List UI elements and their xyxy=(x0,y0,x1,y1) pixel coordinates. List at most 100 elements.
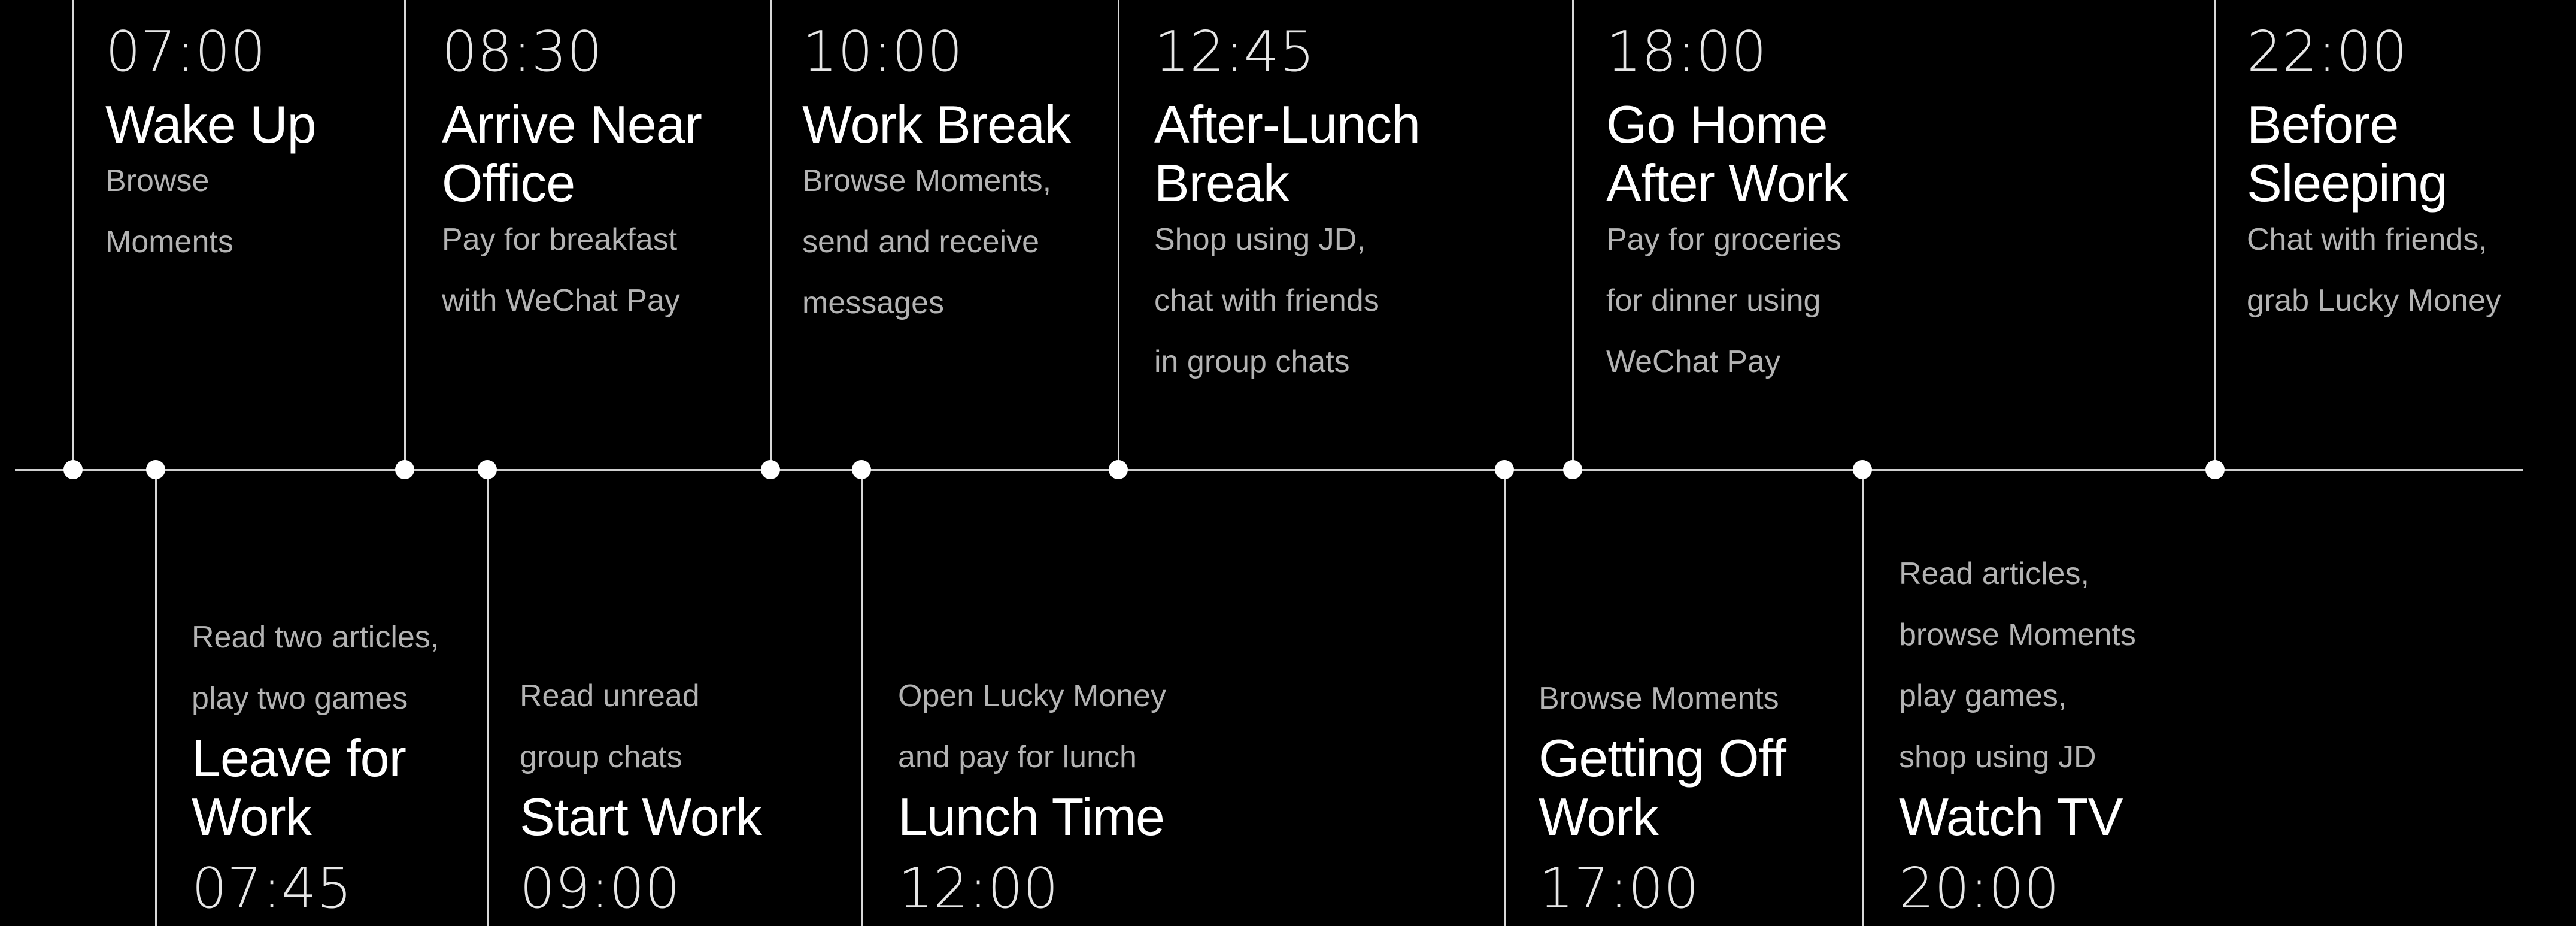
event-title: Leave for Work xyxy=(192,729,439,846)
event-title: Wake Up xyxy=(105,95,317,154)
event-description-line: Browse xyxy=(105,164,210,198)
event-title-line: Watch TV xyxy=(1899,787,2123,846)
event-description-line: Pay for groceries xyxy=(1606,222,1842,257)
event-description: Shop using JD, chat with friends in group … xyxy=(1154,209,1420,392)
event-description-line: in group chats xyxy=(1154,344,1350,379)
event-description-line: browse Moments xyxy=(1899,618,2136,652)
event-title-line: Break xyxy=(1154,153,1289,213)
event-time: 08:30 xyxy=(442,19,603,84)
event-description: Browse Moments xyxy=(105,150,316,273)
event-dot xyxy=(852,460,871,479)
event-title-line: Work Break xyxy=(802,95,1071,154)
timeline-event-top: 10:00 Work Break Browse Moments, send and r… xyxy=(802,19,1071,334)
event-description-line: send and receive xyxy=(802,225,1040,259)
event-description-line: Pay for breakfast xyxy=(442,222,678,257)
event-description-line: play games, xyxy=(1899,679,2067,713)
event-description-line: for dinner using xyxy=(1606,283,1821,318)
event-title: Start Work xyxy=(520,787,762,846)
event-title-line: Sleeping xyxy=(2247,153,2448,213)
event-time: 10:00 xyxy=(802,19,963,84)
event-dot xyxy=(761,460,780,479)
event-title-line: Before xyxy=(2247,95,2399,154)
event-title-line: Start Work xyxy=(520,787,762,846)
event-time: 09:00 xyxy=(520,856,681,921)
event-connector-line xyxy=(1572,0,1574,470)
event-title-line: Getting Off xyxy=(1539,728,1786,788)
event-title-line: Work xyxy=(1539,787,1659,846)
event-connector-line xyxy=(2214,0,2216,470)
event-description-line: shop using JD xyxy=(1899,740,2096,774)
event-description: Pay for groceries for dinner using WeChat … xyxy=(1606,209,1848,392)
event-description: Chat with friends, grab Lucky Money xyxy=(2247,209,2501,331)
event-time: 18:00 xyxy=(1606,19,1767,84)
timeline-event-bottom: Read two articles, play two games Leave fo… xyxy=(192,607,439,916)
event-title: Lunch Time xyxy=(898,788,1166,846)
event-description-line: WeChat Pay xyxy=(1606,344,1780,379)
timeline-event-top: 22:00 Before Sleeping Chat with friends, gra… xyxy=(2247,24,2501,331)
event-description-line: Open Lucky Money xyxy=(898,679,1167,713)
event-description-line: and pay for lunch xyxy=(898,740,1137,774)
event-dot xyxy=(2205,460,2225,479)
event-description-line: Read two articles, xyxy=(192,620,439,655)
event-dot xyxy=(63,460,83,479)
event-description-line: Moments xyxy=(105,225,233,259)
event-title-line: Leave for xyxy=(192,728,406,788)
timeline-event-bottom: Open Lucky Money and pay for lunch Lunch T… xyxy=(898,665,1166,916)
event-description-line: with WeChat Pay xyxy=(442,283,680,318)
event-description-line: Read articles, xyxy=(1899,556,2089,591)
event-connector-line xyxy=(404,0,406,470)
event-dot xyxy=(395,460,414,479)
event-title: Before Sleeping xyxy=(2247,95,2501,213)
event-description: Read articles, browse Moments play games, s… xyxy=(1899,543,2136,788)
event-description-line: Chat with friends, xyxy=(2247,222,2487,257)
event-connector-line xyxy=(1118,0,1119,470)
event-time: 22:00 xyxy=(2247,19,2408,84)
daily-timeline: 07:00 Wake Up Browse Moments 08:30 Arrive Nea… xyxy=(0,0,2576,926)
timeline-event-bottom: Read unread group chats Start Work 09:00 xyxy=(520,665,762,921)
event-dot xyxy=(1109,460,1128,479)
event-title-line: After-Lunch xyxy=(1154,95,1421,154)
event-connector-line xyxy=(861,470,863,926)
event-connector-line xyxy=(155,470,157,926)
event-description-line: grab Lucky Money xyxy=(2247,283,2501,318)
event-dot xyxy=(478,460,497,479)
event-title-line: Work xyxy=(192,787,312,846)
timeline-event-top: 12:45 After-Lunch Break Shop using JD, chat … xyxy=(1154,19,1421,392)
timeline-axis xyxy=(15,469,2523,471)
event-time: 07:00 xyxy=(105,19,266,84)
event-dot xyxy=(1563,460,1582,479)
event-connector-line xyxy=(770,0,772,470)
event-description-line: chat with friends xyxy=(1154,283,1379,318)
event-description-line: group chats xyxy=(520,740,682,774)
timeline-event-top: 18:00 Go Home After Work Pay for groceries f… xyxy=(1606,19,1849,392)
event-dot xyxy=(1853,460,1872,479)
event-title-line: Office xyxy=(442,153,575,213)
event-time: 07:45 xyxy=(192,856,353,921)
event-title-line: Arrive Near xyxy=(442,95,702,154)
event-title-line: Go Home xyxy=(1606,95,1828,154)
event-title: After-Lunch Break xyxy=(1154,95,1421,213)
event-title-line: Lunch Time xyxy=(898,787,1165,846)
event-description: Open Lucky Money and pay for lunch xyxy=(898,665,1166,788)
event-time: 17:00 xyxy=(1539,856,1700,921)
event-description: Read unread group chats xyxy=(520,665,761,788)
event-title: Work Break xyxy=(802,95,1071,154)
event-description: Pay for breakfast with WeChat Pay xyxy=(442,209,702,331)
event-time: 12:45 xyxy=(1154,19,1315,84)
event-dot xyxy=(146,460,165,479)
event-description-line: Read unread xyxy=(520,679,700,713)
event-title: Go Home After Work xyxy=(1606,95,1849,213)
event-description-line: Shop using JD, xyxy=(1154,222,1366,257)
timeline-event-top: 08:30 Arrive Near Office Pay for breakfast w… xyxy=(442,24,702,331)
event-description-line: messages xyxy=(802,286,944,320)
event-title: Getting Off Work xyxy=(1539,729,1786,846)
event-connector-line xyxy=(72,0,74,470)
timeline-event-top: 07:00 Wake Up Browse Moments xyxy=(105,19,317,273)
event-description: Browse Moments xyxy=(1539,668,1786,729)
event-title: Watch TV xyxy=(1899,788,2136,846)
event-time: 12:00 xyxy=(898,856,1059,921)
event-description: Read two articles, play two games xyxy=(192,607,439,729)
event-time: 20:00 xyxy=(1899,856,2060,921)
event-description-line: play two games xyxy=(192,681,408,716)
event-description-line: Browse Moments xyxy=(1539,681,1779,716)
